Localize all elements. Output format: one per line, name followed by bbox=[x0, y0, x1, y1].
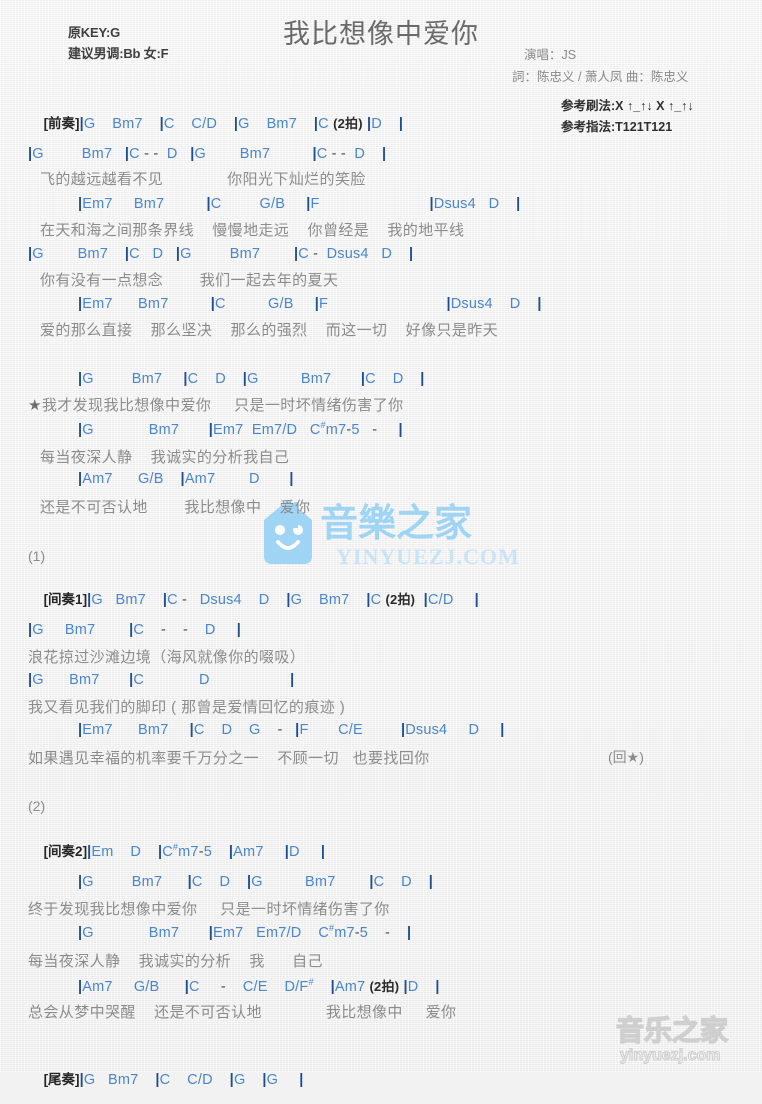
strum-value: X ↑_↑↓ X ↑_↑↓ bbox=[615, 99, 694, 113]
chord-line: |G Bm7 |Em7 Em7/D C#m7-5 - | bbox=[78, 420, 403, 438]
chord-line: |G Bm7 |C - Dsus4 D |G Bm7 |C (2拍) |C/D … bbox=[87, 592, 479, 608]
chord-line: |Am7 G/B |Am7 D | bbox=[78, 471, 294, 487]
lyric-line: 我又看见我们的脚印 ( 那曾是爱情回忆的痕迹 ) bbox=[28, 699, 346, 716]
chord-line: |Em7 Bm7 |C D G - |F C/E |Dsus4 D | bbox=[78, 722, 505, 738]
lyric-line: 爱的那么直接 那么坚决 那么的强烈 而这一切 好像只是昨天 bbox=[40, 322, 499, 339]
chord-line: |Em D |C#m7-5 |Am7 |D | bbox=[87, 842, 326, 860]
verse-number-1: (1) bbox=[28, 548, 46, 564]
lyric-line: 如果遇见幸福的机率要千万分之一 不顾一切 也要找回你 bbox=[28, 750, 430, 767]
chord-line: |Am7 G/B |C - C/E D/F# |Am7 (2拍) |D | bbox=[78, 977, 440, 995]
singer-credit: 演唱：JS bbox=[524, 48, 577, 62]
lyric-line: 总会从梦中哭醒 还是不可否认地 我比想像中 爱你 bbox=[28, 1004, 457, 1021]
lyric-line: 浪花掠过沙滩边境（海风就像你的啜吸） bbox=[28, 649, 306, 666]
section-interlude-1: [间奏1]|G Bm7 |C - Dsus4 D |G Bm7 |C (2拍) … bbox=[28, 572, 479, 624]
lyric-line: 还是不可否认地 我比想像中 爱你 bbox=[40, 499, 311, 516]
lyric-line: 每当夜深人静 我诚实的分析我自己 bbox=[40, 449, 290, 466]
lyric-line: ★我才发现我比想像中爱你 只是一时坏情绪伤害了你 bbox=[28, 397, 404, 414]
lyric-line: 终于发现我比想像中爱你 只是一时坏情绪伤害了你 bbox=[28, 901, 390, 918]
strum-label: 参考刷法: bbox=[561, 99, 616, 113]
lyric-line: 你有没有一点想念 我们一起去年的夏天 bbox=[40, 272, 339, 289]
chord-line: |G Bm7 |C C/D |G Bm7 |C (2拍) |D | bbox=[79, 116, 404, 132]
chord-line: |G Bm7 |C - - D |G Bm7 |C - - D | bbox=[28, 146, 387, 162]
section-interlude-2: [间奏2]|Em D |C#m7-5 |Am7 |D | bbox=[28, 824, 325, 876]
section-tag-intro: [前奏] bbox=[43, 116, 80, 131]
verse-number-2: (2) bbox=[28, 798, 46, 814]
section-tag-outro: [尾奏] bbox=[43, 1072, 80, 1087]
chord-sheet: 原KEY:G 建议男调:Bb 女:F 我比想像中爱你 演唱：JS 詞：陈忠义 /… bbox=[0, 0, 762, 1088]
lyric-line: 飞的越远越看不见 你阳光下灿烂的笑脸 bbox=[40, 171, 366, 188]
chord-line: |G Bm7 |C - - D | bbox=[28, 622, 241, 638]
repeat-note: (回★) bbox=[608, 749, 644, 765]
writer-credit: 詞：陈忠义 / 萧人凤 曲：陈忠义 bbox=[512, 70, 689, 84]
lyric-line: 每当夜深人静 我诚实的分析 我 自己 bbox=[28, 953, 323, 970]
chord-line: |G Bm7 |C D |G Bm7 |C D | bbox=[78, 371, 425, 387]
section-intro: [前奏]|G Bm7 |C C/D |G Bm7 |C (2拍) |D | bbox=[28, 96, 403, 148]
page-title: 我比想像中爱你 bbox=[283, 19, 479, 49]
finger-label: 参考指法: bbox=[561, 120, 616, 134]
strum-pattern: 参考刷法:X ↑_↑↓ X ↑_↑↓ bbox=[561, 95, 694, 114]
chord-line: |G Bm7 |C C/D |G |G | bbox=[79, 1072, 304, 1088]
lyric-line: 在天和海之间那条界线 慢慢地走远 你曾经是 我的地平线 bbox=[40, 222, 465, 239]
chord-line: |G Bm7 |C D | bbox=[28, 672, 295, 688]
section-tag-interlude-2: [间奏2] bbox=[43, 844, 88, 859]
chord-line: |G Bm7 |Em7 Em7/D C#m7-5 - | bbox=[78, 923, 412, 941]
chord-line: |Em7 Bm7 |C G/B |F |Dsus4 D | bbox=[78, 196, 521, 212]
section-outro: [尾奏]|G Bm7 |C C/D |G |G | bbox=[28, 1052, 304, 1104]
section-tag-interlude-1: [间奏1] bbox=[43, 592, 88, 607]
finger-value: T121T121 bbox=[615, 120, 673, 134]
finger-pattern: 参考指法:T121T121 bbox=[561, 116, 672, 135]
chord-line: |G Bm7 |C D |G Bm7 |C - Dsus4 D | bbox=[28, 246, 414, 262]
chord-line: |Em7 Bm7 |C G/B |F |Dsus4 D | bbox=[78, 296, 542, 312]
chord-line: |G Bm7 |C D |G Bm7 |C D | bbox=[78, 874, 434, 890]
